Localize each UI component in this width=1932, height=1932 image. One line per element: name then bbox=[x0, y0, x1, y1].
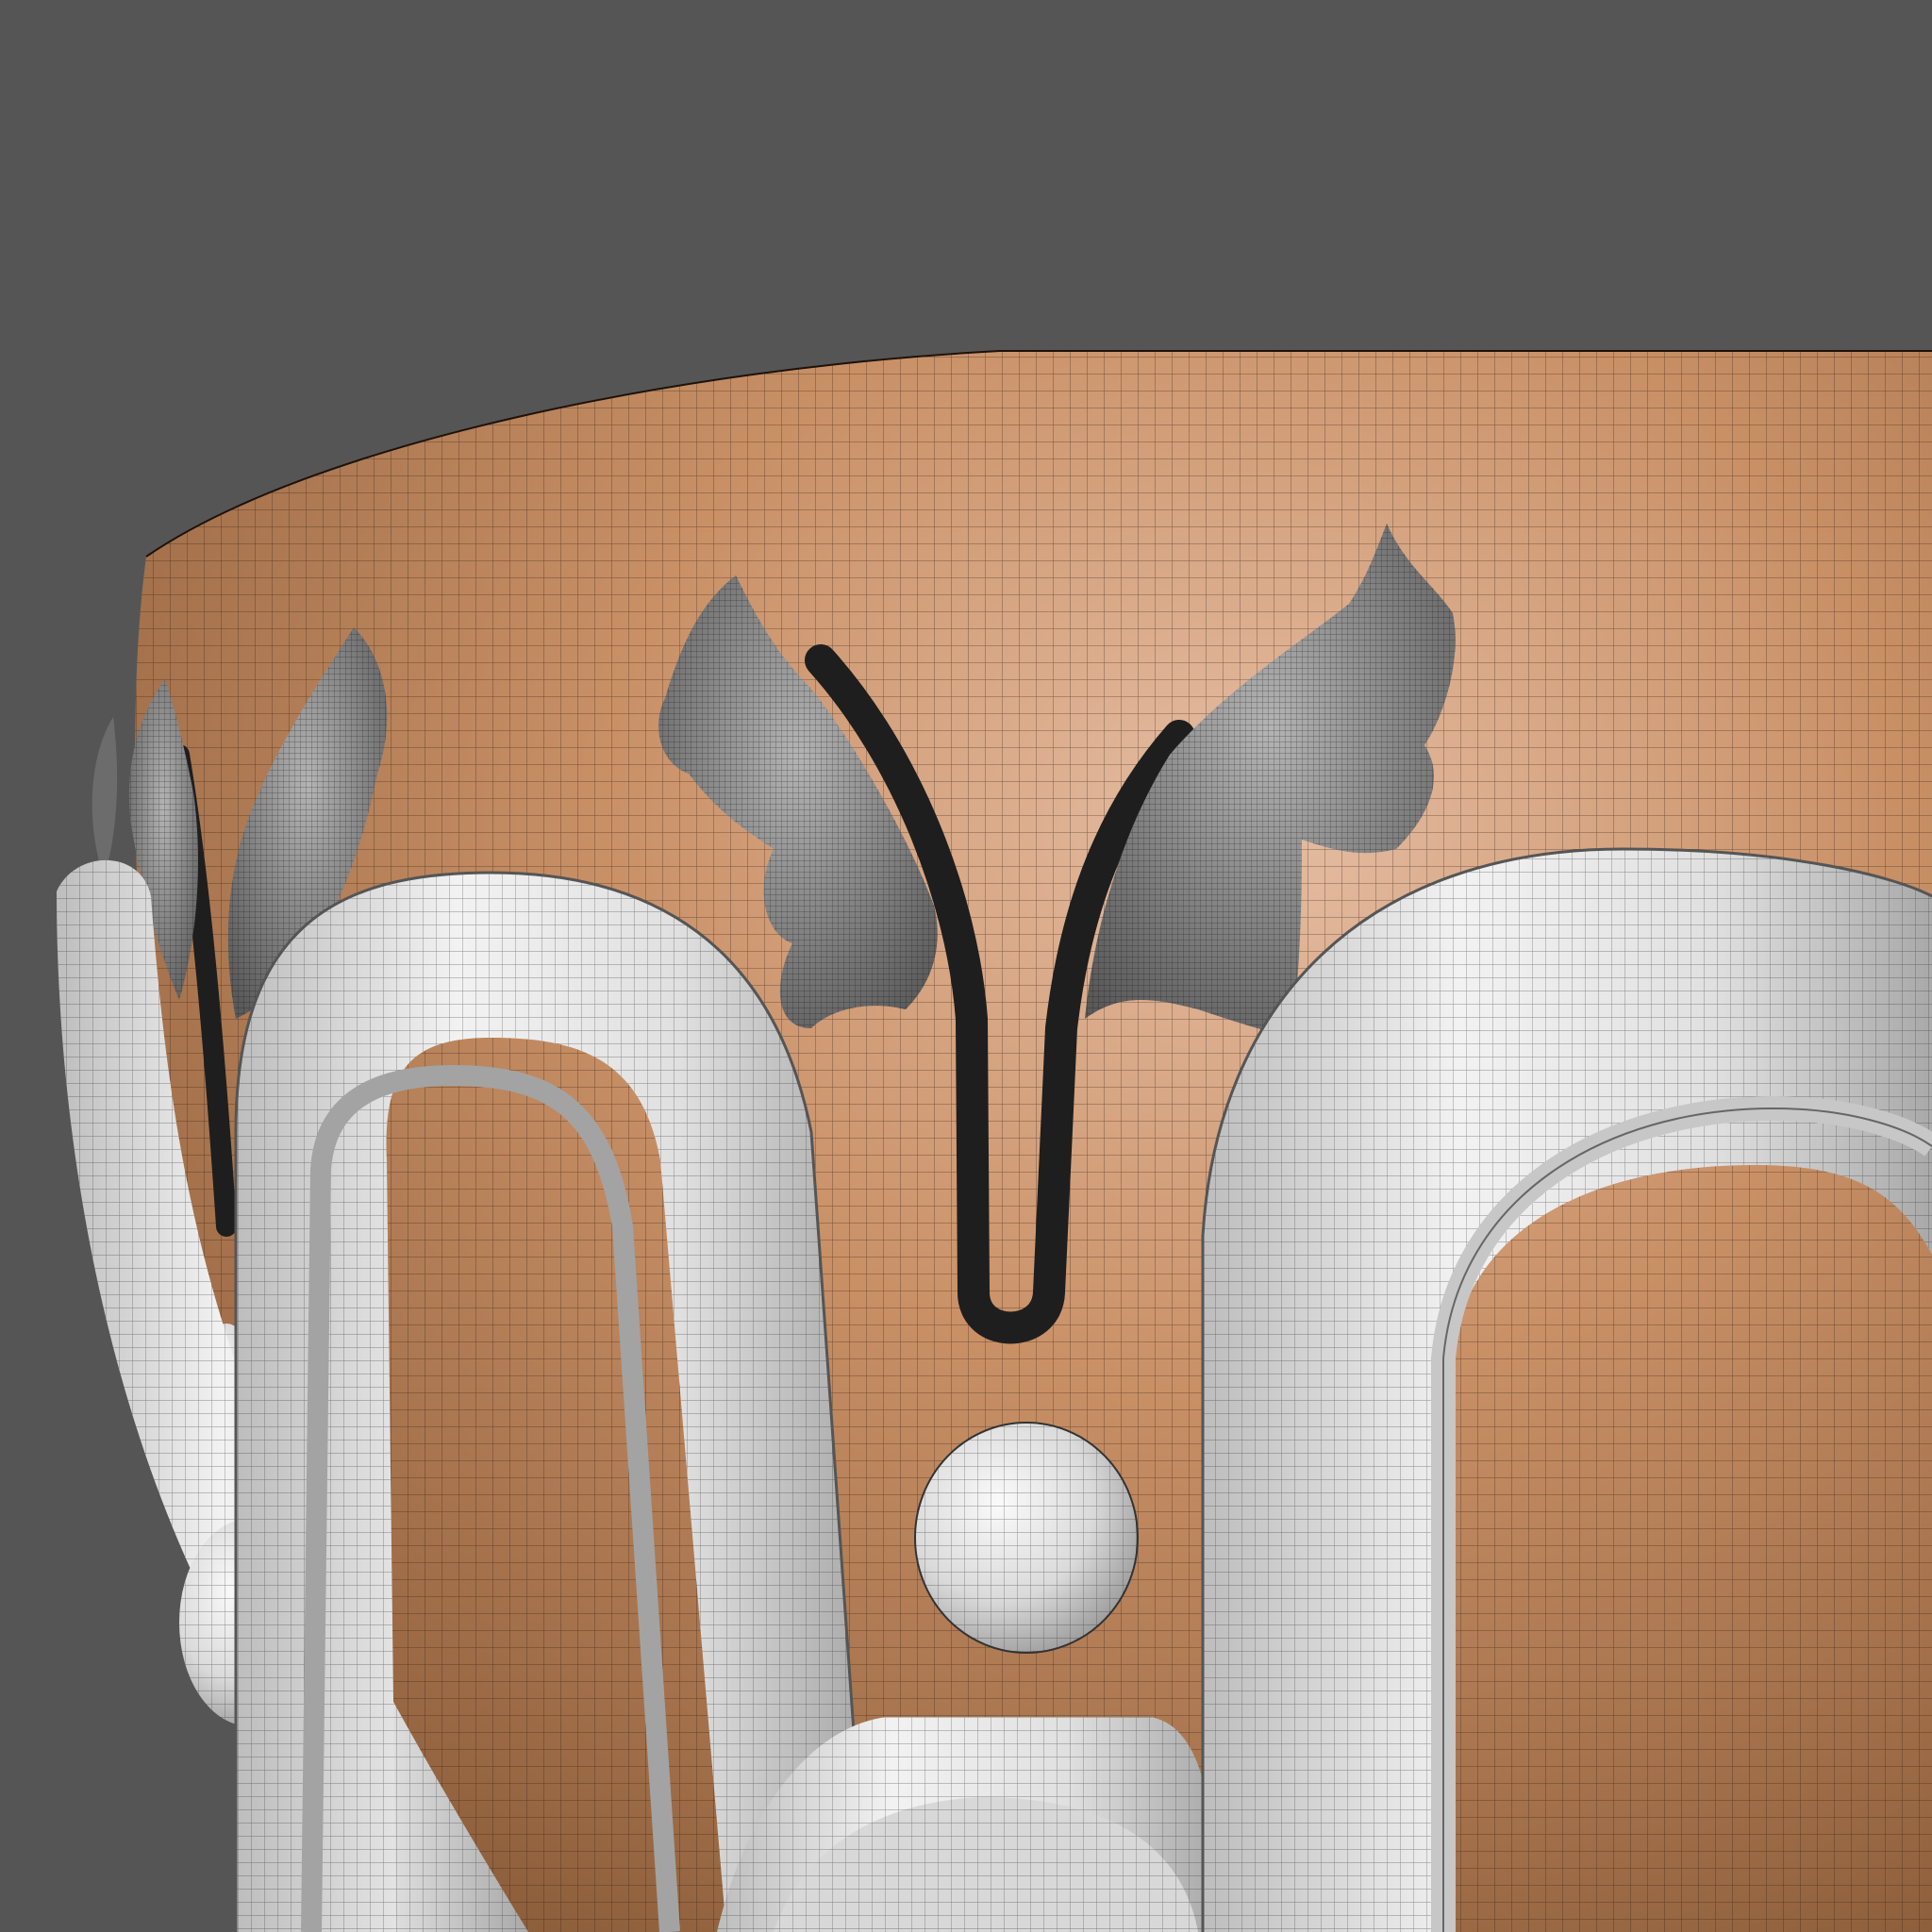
scene-render bbox=[0, 0, 1932, 1932]
3d-viewport[interactable] bbox=[0, 0, 1932, 1932]
sphere-ornament-center bbox=[914, 1422, 1139, 1654]
